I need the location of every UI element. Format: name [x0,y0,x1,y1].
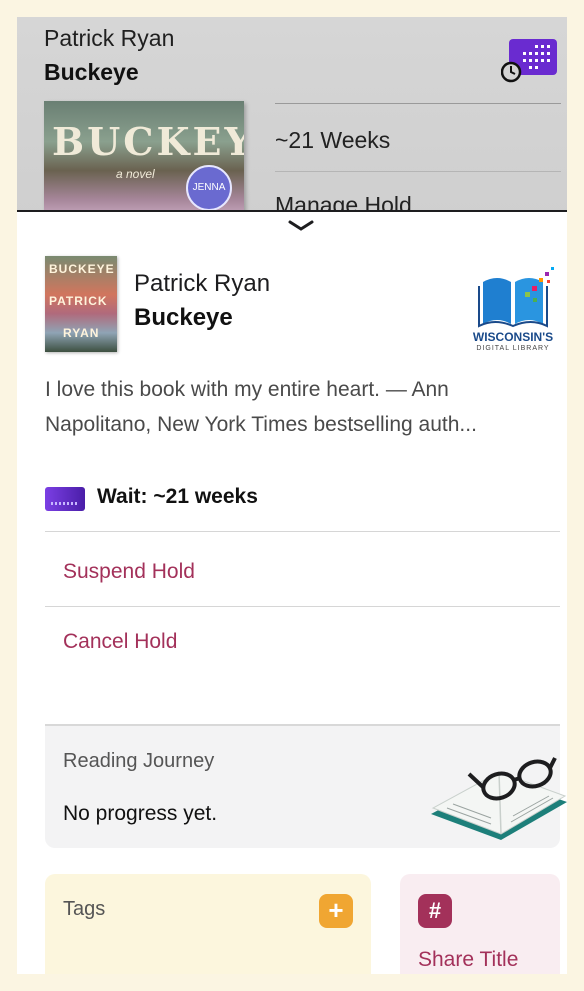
reading-journey-value: No progress yet. [63,802,218,825]
book-cover[interactable]: BUCKEYE PATRICK RYAN [45,256,117,352]
book-description[interactable]: I love this book with my entire heart. —… [45,372,550,442]
app-frame: Patrick Ryan Buckeye BUCKEYE a novel JEN… [17,17,567,974]
hold-card-background: Patrick Ryan Buckeye BUCKEYE a novel JEN… [17,17,567,218]
divider [45,606,560,607]
hashtag-icon: # [418,894,452,928]
open-book-logo-icon [478,267,554,328]
tags-card[interactable]: Tags + [45,874,371,974]
wait-estimate: Wait: ~21 weeks [97,485,258,508]
hold-card-cover[interactable]: BUCKEYE a novel JENNA [44,101,244,217]
hold-calendar-icon [501,39,557,83]
divider [45,531,560,532]
library-logo-tagline: DIGITAL LIBRARY [476,345,550,352]
hold-card-cover-badge: JENNA [186,165,232,211]
library-logo-name: WISCONSIN'S [472,330,554,344]
hold-card-wait-estimate: ~21 Weeks [275,127,391,153]
hold-card-cover-word: BUCKEYE [52,119,244,164]
tags-label: Tags [63,898,106,920]
hold-wait-icon [45,487,85,511]
library-logo: WISCONSIN'S DIGITAL LIBRARY [463,264,563,354]
reading-journey-card[interactable]: Reading Journey No progress yet. [45,724,567,848]
book-cover-line: BUCKEYE [49,262,115,276]
book-title: Buckeye [134,304,233,331]
reading-journey-label: Reading Journey [63,750,215,772]
hold-card-author: Patrick Ryan [44,25,175,51]
suspend-hold-button[interactable]: Suspend Hold [63,560,195,584]
book-cover-line: PATRICK [49,294,108,308]
share-title-label[interactable]: Share Title [418,948,518,972]
book-cover-line: RYAN [63,326,100,340]
share-title-card[interactable]: # Share Title [400,874,560,974]
hold-card-divider [275,103,561,104]
cancel-hold-button[interactable]: Cancel Hold [63,630,177,654]
hold-card-title: Buckeye [44,59,139,85]
hold-card-cover-sub: a novel [116,167,155,181]
title-details-sheet: BUCKEYE PATRICK RYAN Patrick Ryan Buckey… [17,210,567,974]
add-tag-button[interactable]: + [319,894,353,928]
book-author[interactable]: Patrick Ryan [134,270,270,298]
book-glasses-icon [431,757,567,840]
chevron-down-icon[interactable] [287,218,315,234]
hold-card-divider [275,171,561,172]
